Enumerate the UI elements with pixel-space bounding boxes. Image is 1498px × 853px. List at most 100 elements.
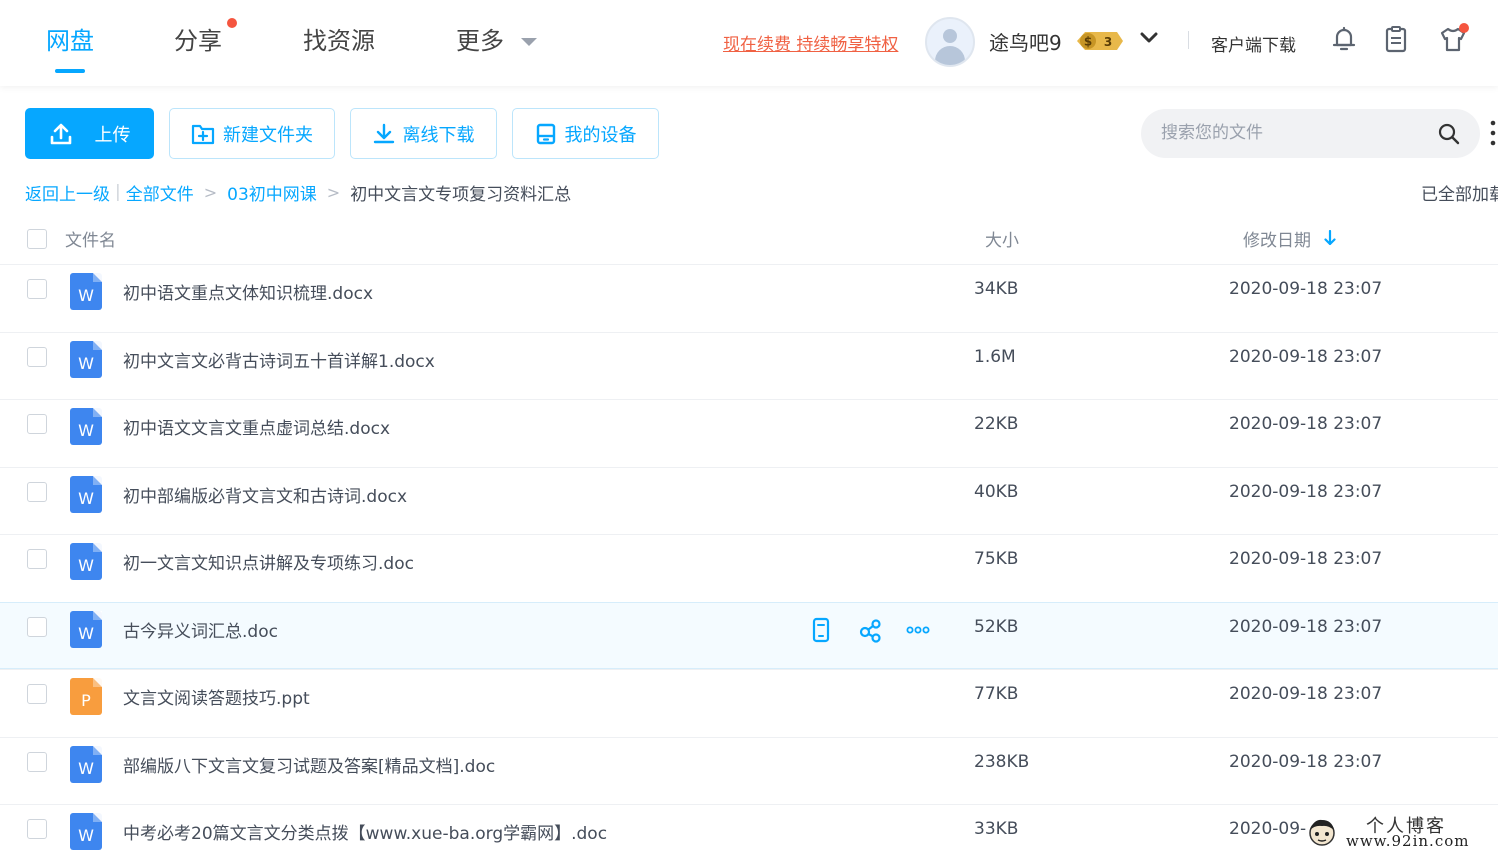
blog-watermark: 个人博客 www.92in.com [1306,812,1498,853]
table-row[interactable]: W 初中语文重点文体知识梳理.docx 34KB 2020-09-18 23:07 [0,264,1498,332]
file-size: 75KB [974,549,1019,569]
word-file-icon: W [70,340,102,378]
table-row[interactable]: W 部编版八下文言文复习试题及答案[精品文档].doc 238KB 2020-09-1… [0,736,1498,805]
file-name[interactable]: 古今异义词汇总.doc [123,617,278,642]
vip-badge-symbol: $ [1084,35,1092,49]
upload-button[interactable]: 上传 [25,108,154,159]
file-name[interactable]: 初中语文文言文重点虚词总结.docx [123,414,390,439]
file-size: 34KB [974,279,1019,299]
table-row[interactable]: W 初中语文文言文重点虚词总结.docx 22KB 2020-09-18 23:07 [0,399,1498,467]
row-checkbox[interactable] [27,481,47,502]
avatar-body [935,46,965,65]
offline-download-button[interactable]: 离线下载 [350,108,497,159]
cartoon-face-icon [1309,819,1335,846]
file-modified-date: 2020-09-18 23:07 [1229,751,1383,772]
watermark-url: www.92in.com [1346,832,1470,850]
table-row[interactable]: W 初一文言文知识点讲解及专项练习.doc 75KB 2020-09-18 23:07 [0,534,1498,602]
file-size: 1.6M [974,346,1016,367]
table-row[interactable]: W 中考必考20篇文言文分类点拨【www.xue-ba.org学霸网】.doc 33… [0,804,1498,853]
row-checkbox[interactable] [27,819,47,839]
tab-find-resources[interactable]: 找资源 [303,26,375,56]
device-icon [536,123,555,144]
column-name-header[interactable]: 文件名 [65,226,116,251]
top-navigation: 网盘 分享 找资源 更多 现在续费 持续畅享特权 途鸟吧9 $ 3 客户端下载 [0,0,1498,86]
breadcrumb: 返回上一级 | 全部文件 > 03初中网课 > 初中文言文专项复习资料汇总 [25,180,572,205]
file-size: 77KB [974,684,1019,704]
row-checkbox[interactable] [27,616,47,637]
file-modified-date: 2020-09-18 23:07 [1229,684,1383,704]
upload-label: 上传 [94,124,131,146]
ppt-file-icon: P [70,678,102,715]
file-modified-date: 2020-09- [1229,819,1307,839]
word-file-icon: W [70,543,102,580]
avatar[interactable] [925,17,975,67]
tab-share[interactable]: 分享 [174,26,222,56]
sort-desc-icon[interactable] [1324,230,1336,246]
more-dots-icon[interactable] [905,617,931,643]
my-devices-button[interactable]: 我的设备 [512,108,659,159]
bell-icon[interactable] [1329,24,1359,54]
search-input[interactable] [1161,121,1431,145]
vip-level-number: 3 [1104,35,1112,49]
word-file-icon: W [70,475,102,513]
upload-icon [50,123,71,144]
word-file-icon: W [70,408,102,445]
table-row[interactable]: W 初中文言文必背古诗词五十首详解1.docx 1.6M 2020-09-18 23:… [0,331,1498,400]
breadcrumb-current: 初中文言文专项复习资料汇总 [350,184,572,205]
share-icon[interactable] [857,617,883,643]
nav-divider [1188,31,1189,49]
file-name[interactable]: 初中语文重点文体知识梳理.docx [123,279,373,304]
file-name[interactable]: 初中文言文必背古诗词五十首详解1.docx [123,347,435,372]
username[interactable]: 途鸟吧9 [989,27,1062,56]
tab-more[interactable]: 更多 [456,26,504,56]
word-file-icon: W [70,610,102,648]
breadcrumb-folder[interactable]: 03初中网课 [227,180,317,205]
search-box [1141,109,1480,158]
row-checkbox[interactable] [27,279,47,299]
share-notification-dot [227,18,237,28]
client-download-link[interactable]: 客户端下载 [1211,31,1296,56]
file-size: 33KB [974,819,1019,839]
file-name[interactable]: 初一文言文知识点讲解及专项练习.doc [123,549,414,574]
skin-notification-dot [1459,23,1469,33]
new-folder-label: 新建文件夹 [223,124,313,146]
file-name[interactable]: 部编版八下文言文复习试题及答案[精品文档].doc [123,752,495,777]
new-folder-button[interactable]: 新建文件夹 [169,108,335,159]
select-all-checkbox[interactable] [27,229,47,249]
chevron-down-icon[interactable] [1139,31,1159,45]
offline-download-label: 离线下载 [402,124,475,146]
column-date-header[interactable]: 修改日期 [1243,226,1311,251]
row-checkbox[interactable] [27,346,47,367]
row-checkbox[interactable] [27,549,47,569]
file-name[interactable]: 文言文阅读答题技巧.ppt [123,684,310,709]
row-checkbox[interactable] [27,414,47,434]
table-row[interactable]: W 初中部编版必背文言文和古诗词.docx 40KB 2020-09-18 23:07 [0,466,1498,535]
table-row[interactable]: W 古今异义词汇总.doc 52KB 2020-09-18 23:07 [0,601,1498,669]
clipboard-icon[interactable] [1381,24,1411,54]
file-modified-date: 2020-09-18 23:07 [1229,279,1383,299]
vip-level-badge[interactable]: $ 3 [1073,30,1125,52]
row-checkbox[interactable] [27,751,47,772]
view-options-icon[interactable] [1490,119,1496,147]
file-size: 40KB [974,481,1019,502]
file-modified-date: 2020-09-18 23:07 [1229,616,1383,637]
file-modified-date: 2020-09-18 23:07 [1229,481,1383,502]
breadcrumb-all-files[interactable]: 全部文件 [126,180,194,205]
file-name[interactable]: 初中部编版必背文言文和古诗词.docx [123,482,407,507]
column-size-header[interactable]: 大小 [985,226,1019,251]
breadcrumb-divider: | [115,182,121,202]
tab-netdisk[interactable]: 网盘 [46,26,94,56]
file-size: 238KB [974,751,1030,772]
search-icon[interactable] [1437,122,1461,146]
load-status: 已全部加载 [1421,185,1498,205]
download-icon [373,123,394,143]
file-name[interactable]: 中考必考20篇文言文分类点拨【www.xue-ba.org学霸网】.doc [123,819,607,844]
renew-promo-link[interactable]: 现在续费 持续畅享特权 [723,30,898,55]
more-dropdown-icon[interactable] [521,38,537,46]
table-row[interactable]: P 文言文阅读答题技巧.ppt 77KB 2020-09-18 23:07 [0,669,1498,737]
file-modified-date: 2020-09-18 23:07 [1229,549,1383,569]
breadcrumb-back[interactable]: 返回上一级 [25,180,110,205]
send-to-phone-icon[interactable] [808,617,834,643]
row-checkbox[interactable] [27,684,47,704]
word-file-icon: W [70,273,102,310]
